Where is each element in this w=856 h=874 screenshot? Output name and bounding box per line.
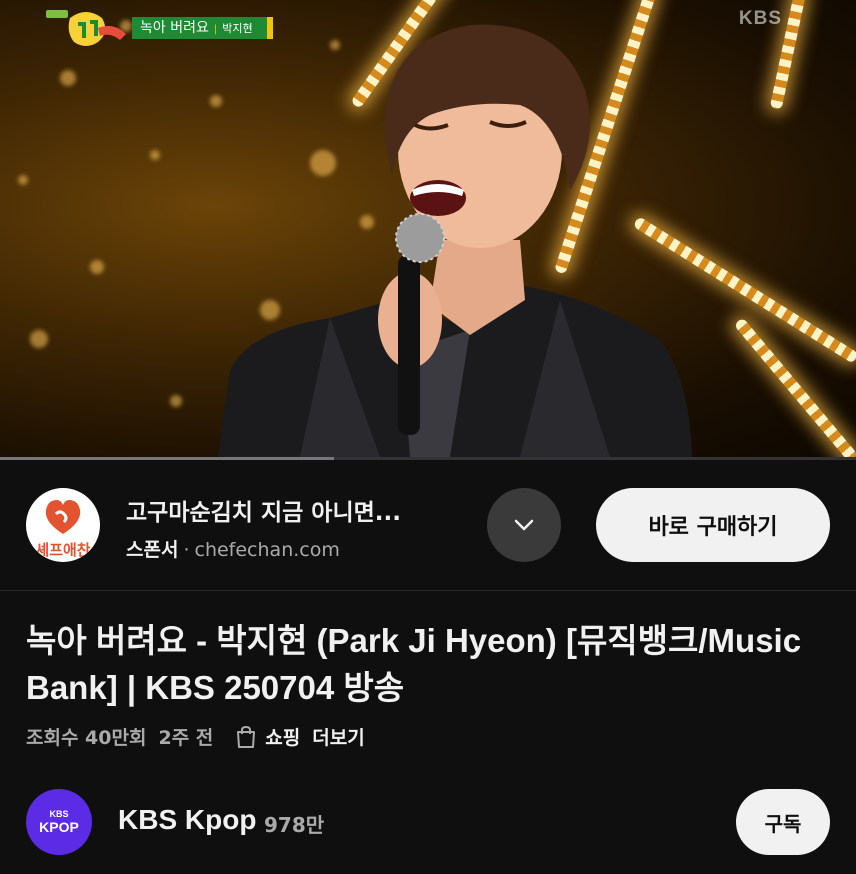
ad-expand-button[interactable] — [487, 488, 561, 562]
sponsor-label: 스폰서 — [126, 539, 179, 561]
upload-age: 2주 전 — [158, 727, 214, 749]
ad-advertiser-logo[interactable]: 셰프애찬 — [26, 488, 100, 562]
avatar-text-top: KBS — [49, 808, 69, 819]
divider — [0, 590, 856, 591]
video-title[interactable]: 녹아 버려요 - 박지현 (Park Ji Hyeon) [뮤직뱅크/Music… — [26, 617, 836, 711]
shopping-label[interactable]: 쇼핑 — [265, 723, 300, 750]
buy-now-button[interactable]: 바로 구매하기 — [596, 488, 830, 562]
subscriber-count: 978만 — [264, 813, 325, 837]
caption-separator: | — [213, 24, 218, 35]
ad-title[interactable]: 고구마순김치 지금 아니면... — [126, 493, 401, 527]
channel-name[interactable]: KBS Kpop — [118, 804, 256, 836]
kbs-watermark: KBS — [738, 8, 782, 29]
meta-separator: · — [183, 539, 190, 561]
ad-meta: 스폰서 · chefechan.com — [126, 535, 340, 562]
video-stats[interactable]: 조회수 40만회 2주 전 쇼핑 더보기 — [26, 723, 365, 750]
subscribe-button[interactable]: 구독 — [736, 789, 830, 855]
avatar-text-bottom: KPOP — [39, 818, 79, 835]
channel-avatar[interactable]: KBS KPOP — [26, 789, 92, 855]
song-caption: 녹아 버려요 | 박지현 — [132, 17, 273, 39]
more-button[interactable]: 더보기 — [312, 723, 364, 750]
progress-played — [0, 457, 334, 460]
singer-image — [218, 24, 692, 457]
ad-domain[interactable]: chefechan.com — [195, 539, 340, 561]
chevron-down-icon — [514, 519, 534, 531]
video-player[interactable]: 녹아 버려요 | 박지현 KBS — [0, 0, 856, 457]
shopping-bag-icon — [235, 725, 257, 749]
caption-song-title: 녹아 버려요 — [140, 20, 209, 36]
caption-artist: 박지현 — [222, 22, 253, 35]
music-bank-logo — [46, 10, 126, 46]
view-count: 조회수 40만회 — [26, 727, 147, 749]
video-progress-bar[interactable] — [0, 457, 856, 460]
ad-logo-text: 셰프애찬 — [35, 541, 91, 559]
